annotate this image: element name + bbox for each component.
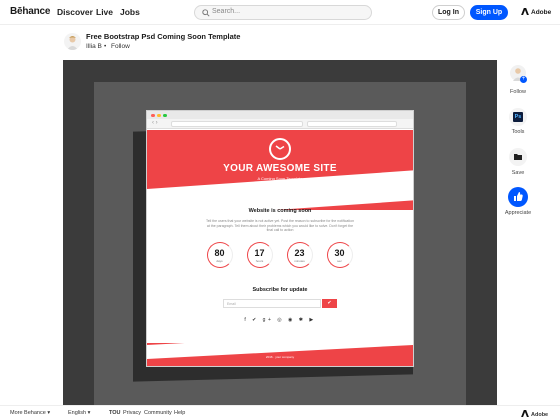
mockup-coming-text: Tell the users that your website is not … xyxy=(205,219,355,232)
photoshop-icon: Ps xyxy=(513,112,523,122)
mockup-footer-text: 2016 · your company xyxy=(265,355,295,359)
counter-seconds: 30 sec xyxy=(327,242,353,268)
language-dropdown[interactable]: English ▾ xyxy=(68,410,90,416)
mockup-send-icon: ✔ xyxy=(322,299,337,308)
counter-value: 23 xyxy=(294,248,305,258)
footer-link-privacy[interactable]: Privacy xyxy=(123,410,141,416)
top-navigation-bar: Bēhance Discover Live Jobs Search... Log… xyxy=(0,0,560,25)
chevron-down-icon: ▾ xyxy=(87,410,91,416)
more-behance-label: More Behance xyxy=(10,410,46,416)
separator-dot: • xyxy=(104,43,107,50)
thumbs-up-icon xyxy=(514,192,523,201)
chevron-down-icon: ▾ xyxy=(47,410,51,416)
folder-icon xyxy=(514,154,522,160)
maximize-dot-icon xyxy=(163,113,167,117)
mockup-site-subtitle: A Coming Soon Template xyxy=(257,176,303,181)
browser-toolbar: ‹ › xyxy=(147,119,413,129)
clock-logo-icon xyxy=(269,138,291,160)
page-footer: More Behance ▾ English ▾ TOU Privacy Com… xyxy=(0,405,560,420)
login-button[interactable]: Log In xyxy=(432,5,465,20)
minimize-dot-icon xyxy=(157,113,161,117)
adobe-link[interactable]: Adobe xyxy=(521,8,551,16)
follow-link[interactable]: Follow xyxy=(111,43,130,50)
sidebar-follow-label[interactable]: Follow xyxy=(498,89,538,95)
search-placeholder: Search... xyxy=(212,8,241,15)
sidebar-tools-label: Tools xyxy=(511,129,525,135)
search-input[interactable]: Search... xyxy=(194,5,372,20)
behance-logo[interactable]: Bēhance xyxy=(10,6,50,17)
plus-icon[interactable]: + xyxy=(520,76,527,83)
counter-value: 30 xyxy=(334,248,345,258)
adobe-label: Adobe xyxy=(531,9,552,16)
counter-label: minutes xyxy=(294,259,305,263)
counter-label: days xyxy=(216,259,223,263)
signup-button[interactable]: Sign Up xyxy=(470,5,508,20)
counter-days: 80 days xyxy=(207,242,233,268)
footer-adobe-link[interactable]: Adobe xyxy=(521,410,548,418)
author-name[interactable]: Illia B xyxy=(86,43,102,50)
browser-search-bar xyxy=(307,121,397,127)
close-dot-icon xyxy=(151,113,155,117)
mockup-social-icons: f ✔ g+ ◎ ◉ ✱ ▶ xyxy=(244,317,316,323)
author-avatar[interactable] xyxy=(64,33,81,50)
nav-jobs[interactable]: Jobs xyxy=(120,7,140,17)
browser-nav-arrows-icon: ‹ › xyxy=(152,120,158,126)
counter-value: 80 xyxy=(214,248,225,258)
browser-mockup: ‹ › YOUR AWESOME SITE A Coming Soon Temp… xyxy=(147,111,413,366)
language-label: English xyxy=(68,410,87,416)
browser-url-bar xyxy=(171,121,303,127)
tools-button[interactable]: Ps xyxy=(509,108,527,126)
mockup-email-field: Email xyxy=(223,299,321,308)
save-button[interactable] xyxy=(509,148,527,166)
footer-link-community[interactable]: Community xyxy=(144,410,172,416)
adobe-icon xyxy=(521,410,529,417)
footer-adobe-label: Adobe xyxy=(531,412,549,418)
avatar-icon xyxy=(67,36,78,50)
browser-titlebar xyxy=(147,111,413,119)
sidebar-save-label: Save xyxy=(511,170,525,176)
counter-hours: 17 hours xyxy=(247,242,273,268)
more-behance-dropdown[interactable]: More Behance ▾ xyxy=(10,410,50,416)
sidebar-appreciate-label: Appreciate xyxy=(504,210,532,216)
counter-value: 17 xyxy=(254,248,265,258)
footer-link-tou[interactable]: TOU xyxy=(109,410,121,416)
footer-link-help[interactable]: Help xyxy=(174,410,185,416)
project-title: Free Bootstrap Psd Coming Soon Template xyxy=(86,32,241,41)
mockup-site-title: YOUR AWESOME SITE xyxy=(223,163,337,174)
nav-discover[interactable]: Discover xyxy=(57,7,93,17)
counter-label: sec xyxy=(337,259,342,263)
search-icon xyxy=(202,9,210,17)
appreciate-button[interactable] xyxy=(508,187,528,207)
counter-label: hours xyxy=(255,259,264,263)
mockup-subscribe-title: Subscribe for update xyxy=(252,287,308,293)
mockup-coming-title: Website is coming soon xyxy=(248,208,312,214)
adobe-icon xyxy=(521,8,529,15)
clock-hands-icon xyxy=(275,145,285,150)
nav-live[interactable]: Live xyxy=(96,7,113,17)
counter-minutes: 23 minutes xyxy=(287,242,313,268)
